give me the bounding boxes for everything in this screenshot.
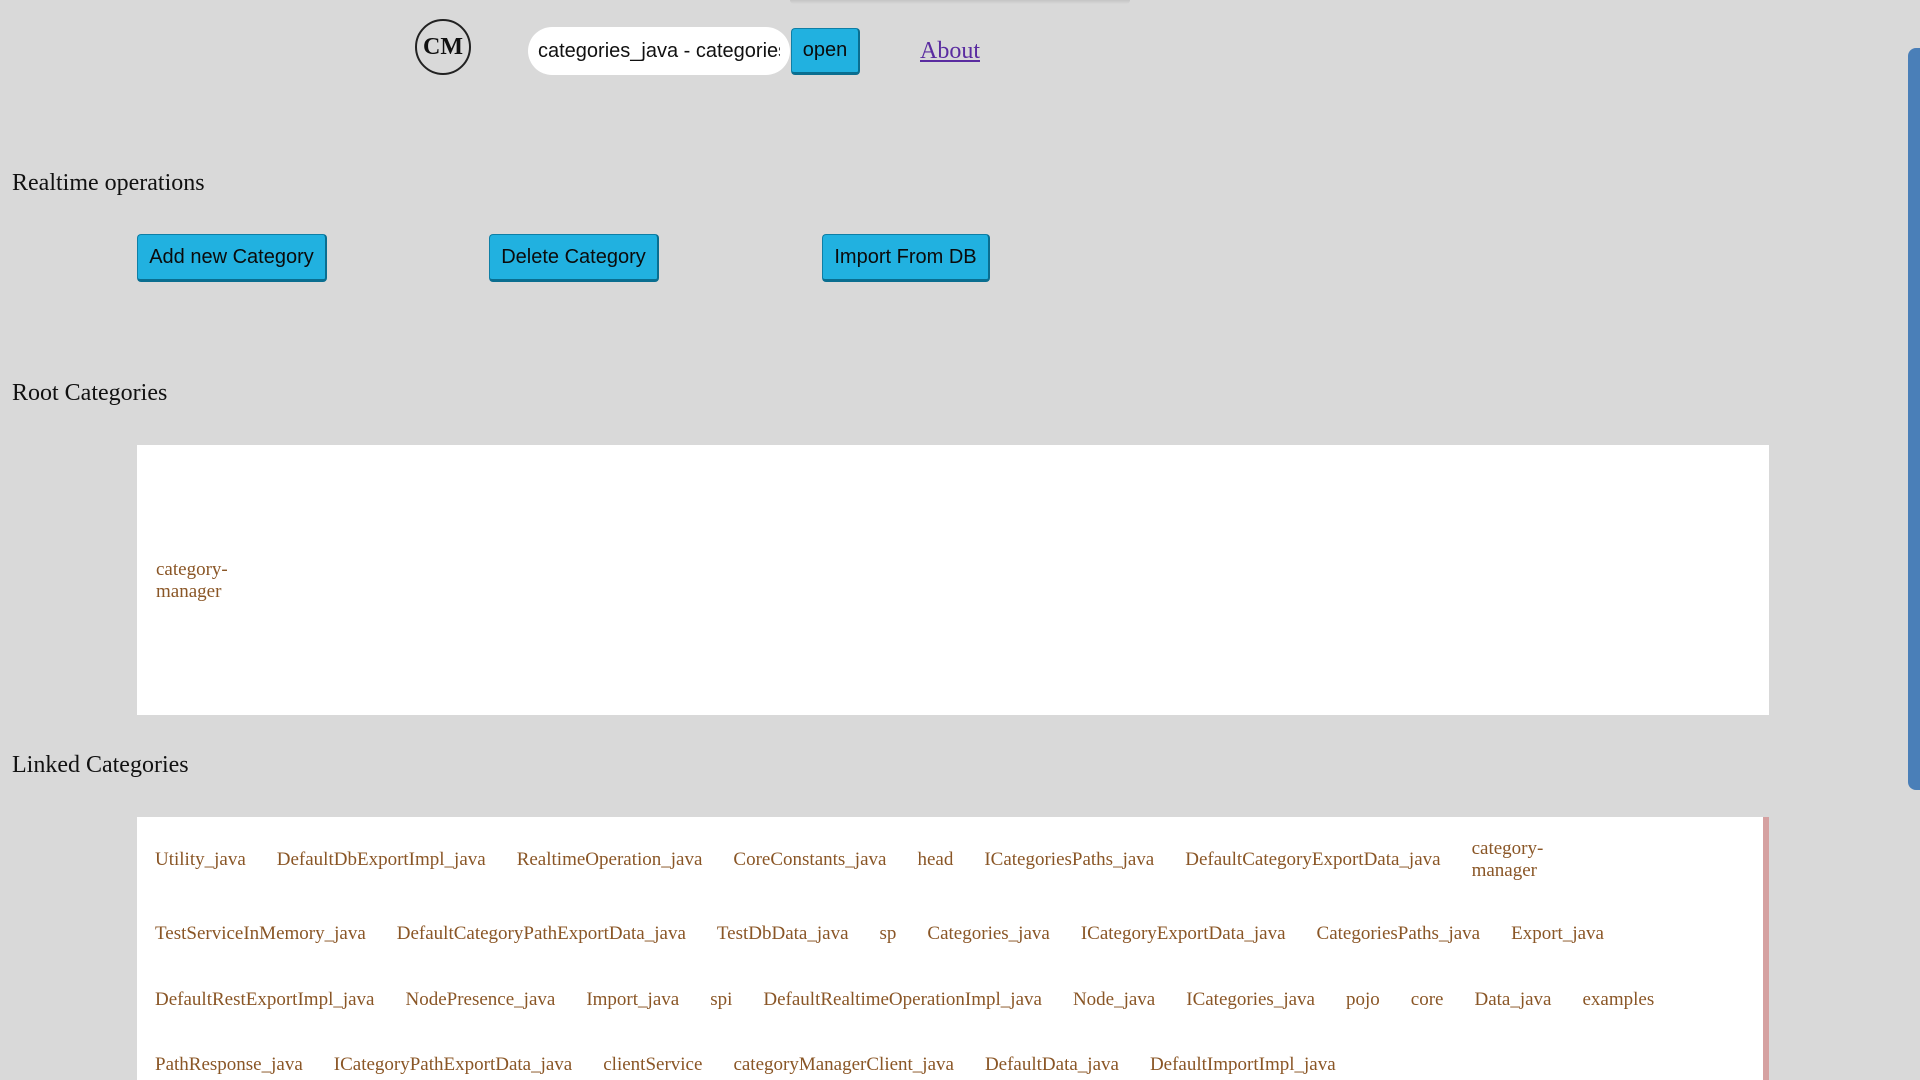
open-button[interactable]: open	[791, 28, 860, 75]
linked-category-item[interactable]: PathResponse_java	[155, 1054, 303, 1076]
linked-category-item[interactable]: DefaultImportImpl_java	[1150, 1054, 1336, 1076]
linked-row: DefaultRestExportImpl_java NodePresence_…	[137, 988, 1759, 1012]
linked-row: PathResponse_java ICategoryPathExportDat…	[137, 1053, 1759, 1077]
top-shadow	[790, 0, 1130, 4]
linked-category-item[interactable]: NodePresence_java	[406, 989, 556, 1011]
linked-category-item[interactable]: categoryManagerClient_java	[733, 1054, 954, 1076]
page-scrollbar-thumb[interactable]	[1908, 48, 1920, 790]
root-category-item[interactable]: category-manager	[156, 559, 256, 603]
linked-category-item[interactable]: head	[917, 849, 953, 871]
linked-category-item[interactable]: RealtimeOperation_java	[517, 849, 703, 871]
import-from-db-button[interactable]: Import From DB	[822, 234, 990, 282]
linked-category-item[interactable]: spi	[710, 989, 732, 1011]
linked-category-item[interactable]: TestDbData_java	[717, 923, 849, 945]
page-scrollbar-track[interactable]	[1904, 0, 1920, 1080]
linked-category-item[interactable]: ICategoriesPaths_java	[984, 849, 1154, 871]
linked-panel-scrollbar[interactable]	[1763, 817, 1769, 1080]
linked-category-item[interactable]: Node_java	[1073, 989, 1155, 1011]
linked-category-item[interactable]: ICategoryPathExportData_java	[334, 1054, 572, 1076]
linked-category-item[interactable]: pojo	[1346, 989, 1380, 1011]
linked-row: TestServiceInMemory_java DefaultCategory…	[137, 922, 1759, 946]
linked-row: Utility_java DefaultDbExportImpl_java Re…	[137, 837, 1759, 883]
root-categories-panel: category-manager	[137, 445, 1769, 715]
root-categories-title: Root Categories	[12, 380, 168, 406]
linked-category-item[interactable]: core	[1411, 989, 1444, 1011]
linked-category-item[interactable]: CategoriesPaths_java	[1317, 923, 1481, 945]
about-link[interactable]: About	[920, 38, 980, 65]
linked-category-item[interactable]: Import_java	[586, 989, 679, 1011]
linked-category-item[interactable]: TestServiceInMemory_java	[155, 923, 366, 945]
linked-category-item[interactable]: ICategories_java	[1186, 989, 1315, 1011]
realtime-operations-title: Realtime operations	[12, 170, 205, 196]
linked-categories-panel: Utility_java DefaultDbExportImpl_java Re…	[137, 817, 1769, 1080]
linked-category-item[interactable]: DefaultCategoryPathExportData_java	[397, 923, 686, 945]
linked-category-item[interactable]: examples	[1582, 989, 1654, 1011]
search-input[interactable]	[528, 27, 790, 75]
linked-category-item[interactable]: clientService	[603, 1054, 702, 1076]
linked-category-item[interactable]: DefaultRestExportImpl_java	[155, 989, 375, 1011]
delete-category-button[interactable]: Delete Category	[489, 234, 659, 282]
linked-category-item[interactable]: DefaultCategoryExportData_java	[1185, 849, 1440, 871]
linked-category-item[interactable]: DefaultDbExportImpl_java	[277, 849, 486, 871]
add-category-button[interactable]: Add new Category	[137, 234, 327, 282]
linked-category-item[interactable]: DefaultData_java	[985, 1054, 1119, 1076]
linked-category-item[interactable]: Data_java	[1474, 989, 1551, 1011]
linked-category-item[interactable]: Export_java	[1511, 923, 1604, 945]
linked-category-item[interactable]: category-manager	[1472, 838, 1562, 882]
linked-category-item[interactable]: Utility_java	[155, 849, 246, 871]
linked-categories-title: Linked Categories	[12, 752, 189, 778]
linked-category-item[interactable]: ICategoryExportData_java	[1081, 923, 1286, 945]
linked-category-item[interactable]: DefaultRealtimeOperationImpl_java	[763, 989, 1042, 1011]
linked-category-item[interactable]: CoreConstants_java	[733, 849, 886, 871]
linked-category-item[interactable]: Categories_java	[927, 923, 1049, 945]
linked-category-item[interactable]: sp	[880, 923, 897, 945]
logo: CM	[415, 19, 471, 75]
